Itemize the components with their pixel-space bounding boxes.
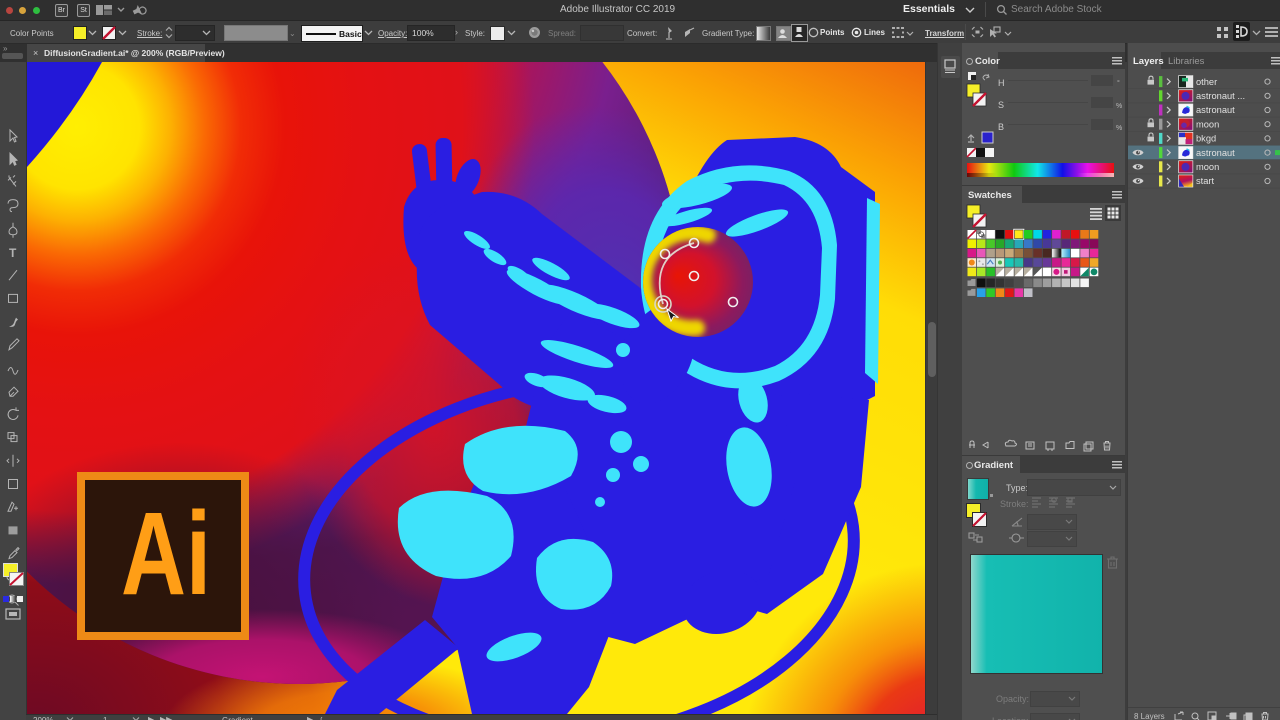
svg-text:°: °: [1117, 79, 1120, 87]
svg-text:start: start: [1196, 176, 1214, 186]
svg-text:astronaut: astronaut: [1196, 148, 1235, 158]
svg-text:B: B: [998, 122, 1004, 132]
svg-text:T: T: [9, 246, 17, 260]
svg-text:%: %: [1116, 125, 1122, 132]
svg-text:moon: moon: [1196, 119, 1219, 129]
svg-text:Ai: Ai: [121, 488, 211, 620]
svg-text:S: S: [998, 100, 1004, 110]
svg-text:%: %: [1116, 103, 1122, 110]
svg-text:moon: moon: [1196, 162, 1219, 172]
svg-text:astronaut ...: astronaut ...: [1196, 91, 1245, 101]
svg-text:bkgd: bkgd: [1196, 134, 1216, 144]
svg-text:other: other: [1196, 77, 1217, 87]
svg-text:H: H: [998, 78, 1005, 88]
svg-text:astronaut: astronaut: [1196, 105, 1235, 115]
